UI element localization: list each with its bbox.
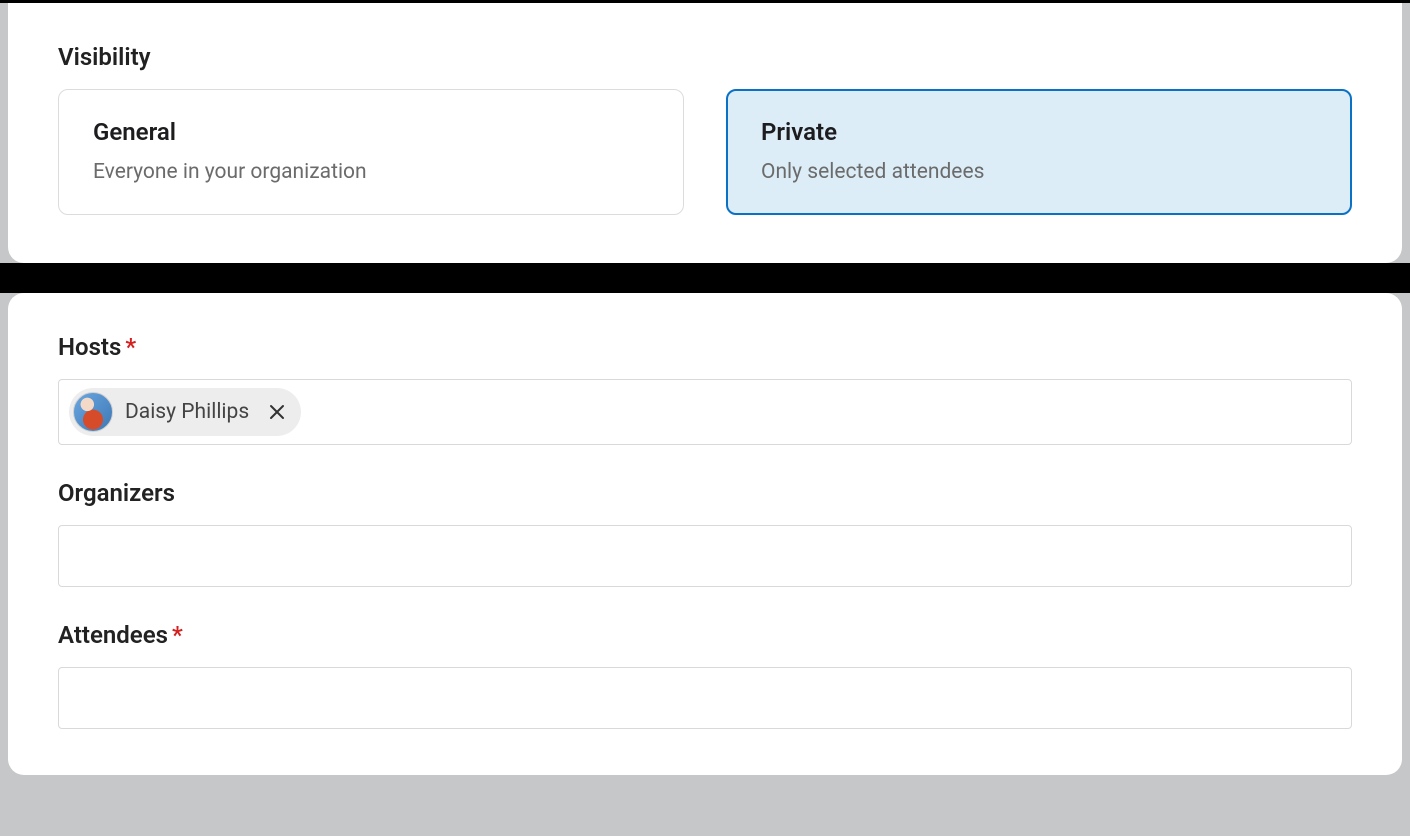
organizers-text-input[interactable] [69,544,1341,569]
attendees-label-text: Attendees [58,621,168,649]
form-viewport: Visibility General Everyone in your orga… [0,0,1410,836]
attendees-field: Attendees* [58,621,1352,729]
visibility-option-title: General [93,118,649,146]
organizers-label: Organizers [58,479,1352,507]
avatar [73,392,113,432]
hosts-text-input[interactable] [309,400,1341,425]
close-icon[interactable] [265,400,289,424]
host-chip[interactable]: Daisy Phillips [69,388,301,436]
attendees-text-input[interactable] [69,686,1341,711]
visibility-card: Visibility General Everyone in your orga… [8,3,1402,263]
organizers-input[interactable] [58,525,1352,587]
visibility-option-private[interactable]: Private Only selected attendees [726,89,1352,215]
participants-card: Hosts* Daisy Phillips Organizers [8,293,1402,775]
hosts-input[interactable]: Daisy Phillips [58,379,1352,445]
hosts-field: Hosts* Daisy Phillips [58,333,1352,445]
visibility-option-title: Private [761,118,1317,146]
required-asterisk: * [125,333,136,361]
visibility-option-desc: Only selected attendees [761,160,1317,184]
visibility-option-desc: Everyone in your organization [93,160,649,184]
visibility-label: Visibility [58,43,1352,71]
organizers-label-text: Organizers [58,479,175,507]
card-gap [0,263,1410,293]
attendees-label: Attendees* [58,621,1352,649]
host-chip-label: Daisy Phillips [125,400,249,424]
hosts-label-text: Hosts [58,333,121,361]
visibility-option-general[interactable]: General Everyone in your organization [58,89,684,215]
organizers-field: Organizers [58,479,1352,587]
attendees-input[interactable] [58,667,1352,729]
required-asterisk: * [172,621,183,649]
visibility-options-row: General Everyone in your organization Pr… [58,89,1352,215]
hosts-label: Hosts* [58,333,1352,361]
